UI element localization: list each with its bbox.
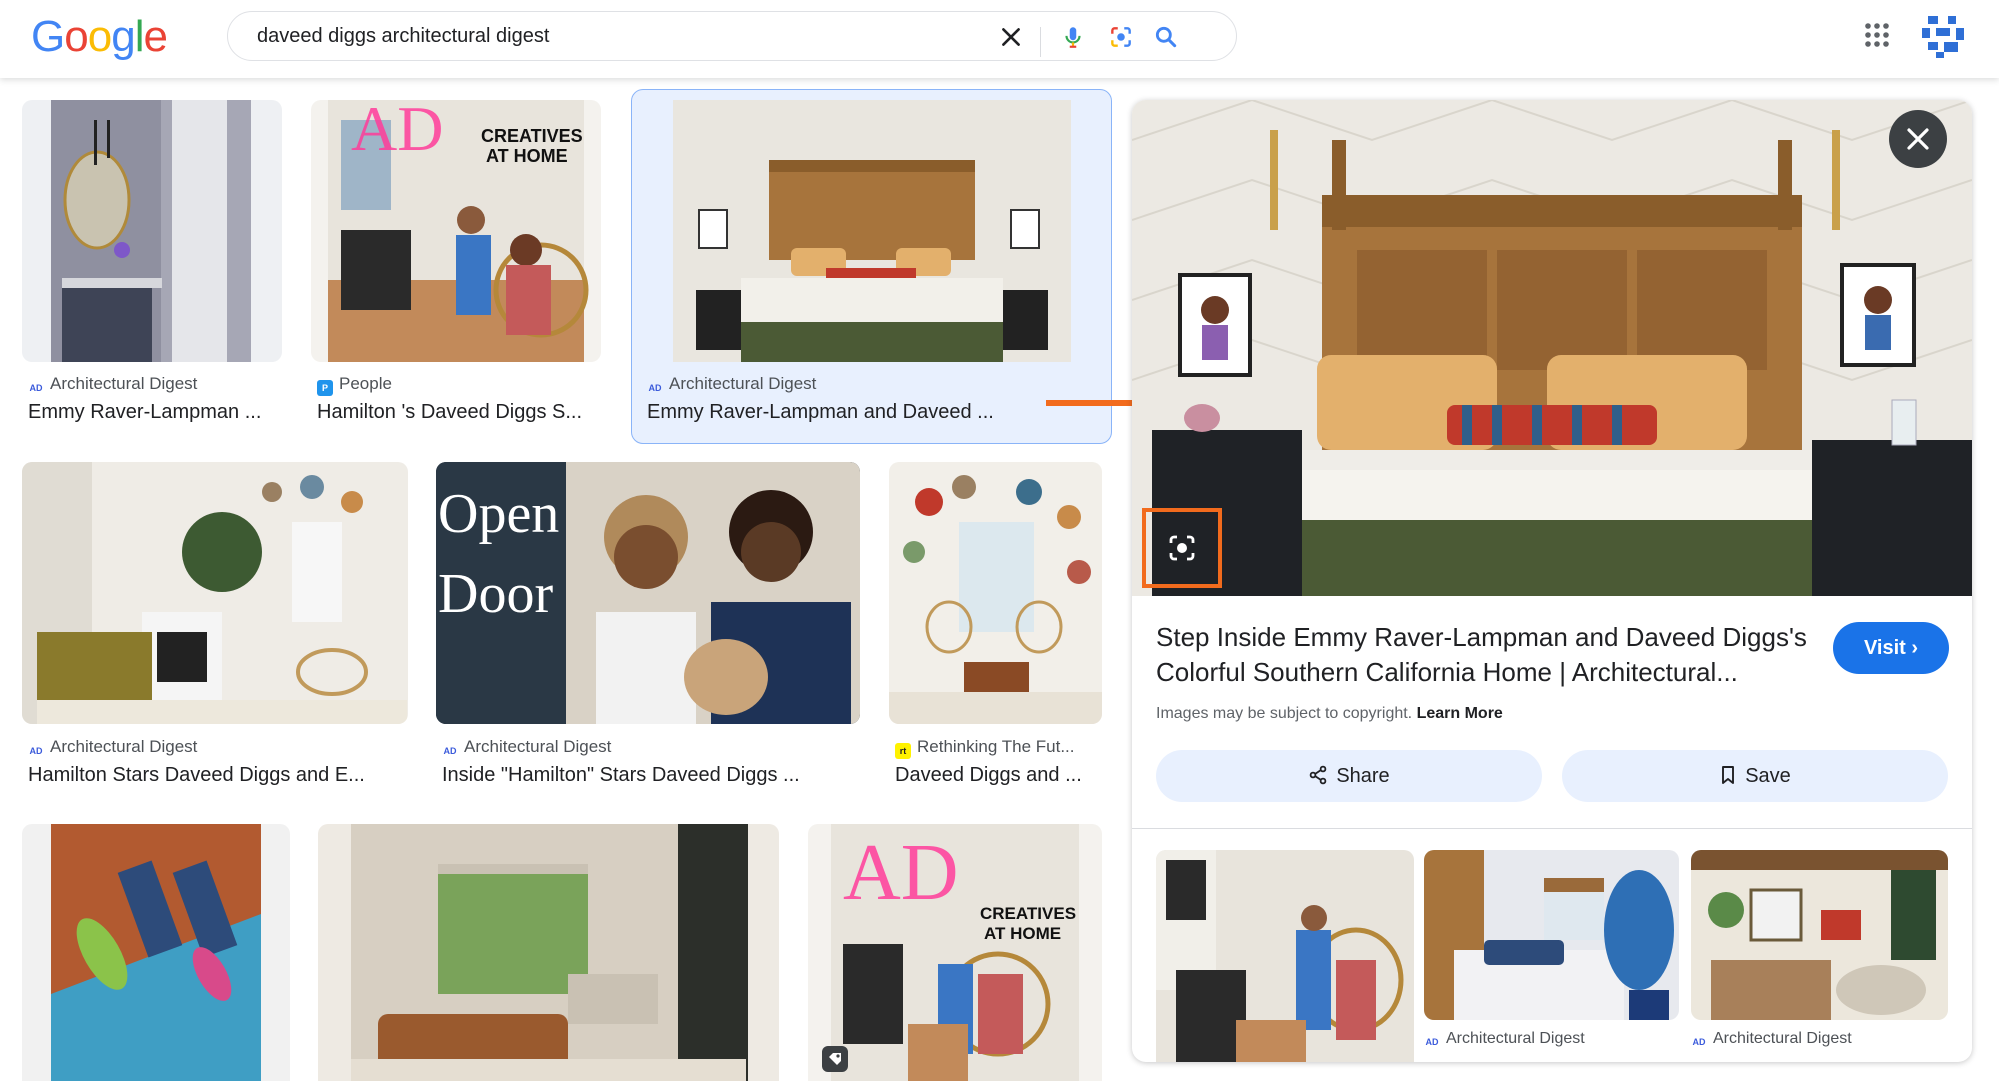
related-source: AD Architectural Digest xyxy=(1691,1030,1852,1050)
ad-favicon: AD xyxy=(443,746,457,756)
result-title[interactable]: Inside "Hamilton" Stars Daveed Diggs ... xyxy=(442,764,862,787)
search-divider xyxy=(1040,27,1041,57)
result-thumbnail[interactable] xyxy=(641,100,1102,362)
people-favicon: P xyxy=(317,380,333,396)
top-bar: Google xyxy=(0,0,1999,78)
svg-text:CREATIVES: CREATIVES xyxy=(481,126,583,146)
related-image[interactable] xyxy=(1156,850,1414,1062)
result-title[interactable]: Emmy Raver-Lampman and Daveed ... xyxy=(647,401,1067,424)
result-thumbnail[interactable] xyxy=(318,824,779,1081)
ad-favicon: AD xyxy=(29,746,43,756)
learn-more-link[interactable]: Learn More xyxy=(1417,705,1503,722)
svg-text:AT HOME: AT HOME xyxy=(984,924,1061,943)
google-logo[interactable]: Google xyxy=(31,12,168,62)
result-source: rt Rethinking The Fut... xyxy=(895,737,1075,759)
image-preview-panel: Step Inside Emmy Raver-Lampman and Davee… xyxy=(1132,100,1972,1062)
svg-text:AD: AD xyxy=(843,829,959,917)
svg-text:CREATIVES: CREATIVES xyxy=(980,904,1076,923)
result-source: AD Architectural Digest xyxy=(647,374,817,396)
result-thumbnail[interactable]: AD CREATIVES AT HOME xyxy=(808,824,1102,1081)
close-icon xyxy=(1907,128,1929,150)
rethinking-favicon: rt xyxy=(895,743,911,759)
result-source: AD Architectural Digest xyxy=(28,737,198,759)
visit-button[interactable]: Visit › xyxy=(1833,622,1949,674)
result-thumbnail[interactable]: Open Door xyxy=(436,462,860,724)
ad-favicon: AD xyxy=(648,383,662,393)
save-button[interactable]: Save xyxy=(1562,750,1948,802)
save-label: Save xyxy=(1745,764,1791,787)
copyright-note: Images may be subject to copyright. Lear… xyxy=(1156,705,1503,722)
result-thumbnail[interactable] xyxy=(22,462,408,724)
result-thumbnail[interactable] xyxy=(22,824,290,1081)
ad-favicon: AD xyxy=(1692,1037,1706,1047)
close-panel-button[interactable] xyxy=(1889,110,1947,168)
panel-title[interactable]: Step Inside Emmy Raver-Lampman and Davee… xyxy=(1156,620,1816,690)
account-avatar[interactable] xyxy=(1918,10,1968,60)
result-title[interactable]: Hamilton 's Daveed Diggs S... xyxy=(317,401,607,424)
svg-text:Door: Door xyxy=(438,563,553,625)
apps-grid-icon[interactable] xyxy=(1864,22,1890,48)
related-source: AD Architectural Digest xyxy=(1424,1030,1585,1050)
clear-icon[interactable] xyxy=(998,24,1024,50)
result-thumbnail[interactable] xyxy=(22,100,282,362)
lens-search-icon[interactable] xyxy=(1165,531,1199,565)
share-icon xyxy=(1310,765,1327,784)
related-image[interactable] xyxy=(1691,850,1948,1020)
result-title[interactable]: Daveed Diggs and ... xyxy=(895,764,1105,787)
result-source: AD Architectural Digest xyxy=(442,737,612,759)
preview-image[interactable] xyxy=(1132,100,1972,596)
result-source: AD Architectural Digest xyxy=(28,374,198,396)
svg-text:AT HOME: AT HOME xyxy=(486,146,568,166)
result-title[interactable]: Emmy Raver-Lampman ... xyxy=(28,401,288,424)
result-title[interactable]: Hamilton Stars Daveed Diggs and E... xyxy=(28,764,408,787)
svg-text:AD: AD xyxy=(351,100,443,164)
panel-divider xyxy=(1132,828,1972,829)
ad-favicon: AD xyxy=(29,383,43,393)
search-input[interactable] xyxy=(257,12,957,60)
microphone-icon[interactable] xyxy=(1060,24,1086,50)
ad-favicon: AD xyxy=(1425,1037,1439,1047)
search-box xyxy=(227,11,1237,61)
tag-icon xyxy=(822,1046,848,1072)
result-source: P People xyxy=(317,374,392,396)
lens-icon[interactable] xyxy=(1108,24,1134,50)
bookmark-icon xyxy=(1722,765,1735,784)
result-thumbnail[interactable] xyxy=(889,462,1102,724)
share-label: Share xyxy=(1336,764,1390,787)
result-thumbnail[interactable]: AD CREATIVES AT HOME xyxy=(311,100,601,362)
related-image[interactable] xyxy=(1424,850,1679,1020)
search-icon[interactable] xyxy=(1153,24,1179,50)
share-button[interactable]: Share xyxy=(1156,750,1542,802)
svg-text:Open: Open xyxy=(438,483,559,545)
